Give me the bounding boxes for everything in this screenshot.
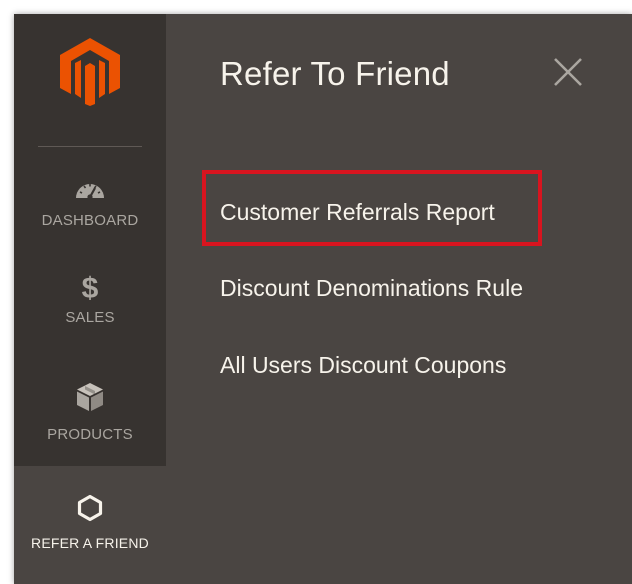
magento-logo-icon[interactable] [58, 36, 122, 106]
submenu-link-customer-referrals-report[interactable]: Customer Referrals Report [220, 198, 495, 226]
sidebar-item-products[interactable]: PRODUCTS [14, 382, 166, 452]
close-icon [554, 58, 582, 86]
panel-title: Refer To Friend [220, 55, 450, 92]
sidebar-item-label: REFER A FRIEND [31, 535, 149, 551]
admin-sidebar: DASHBOARD $ SALES PRODUCTS REFER A FRIEN… [14, 14, 166, 584]
sidebar-divider [38, 146, 142, 147]
speedometer-icon [76, 184, 104, 200]
sidebar-item-label: SALES [65, 309, 115, 326]
admin-menu-frame: DASHBOARD $ SALES PRODUCTS REFER A FRIEN… [14, 14, 632, 584]
dollar-icon: $ [81, 272, 99, 305]
cube-icon [77, 383, 103, 411]
sidebar-item-label: PRODUCTS [47, 426, 133, 443]
submenu-link-discount-denominations-rule[interactable]: Discount Denominations Rule [220, 274, 523, 302]
submenu-link-all-users-discount-coupons[interactable]: All Users Discount Coupons [220, 351, 506, 379]
close-button[interactable] [550, 54, 586, 90]
hexagon-icon [77, 494, 103, 522]
sidebar-item-label: DASHBOARD [41, 212, 139, 229]
sidebar-item-refer-a-friend[interactable]: REFER A FRIEND [14, 466, 166, 584]
sidebar-item-sales[interactable]: $ SALES [14, 274, 166, 344]
sidebar-item-dashboard[interactable]: DASHBOARD [14, 172, 166, 242]
